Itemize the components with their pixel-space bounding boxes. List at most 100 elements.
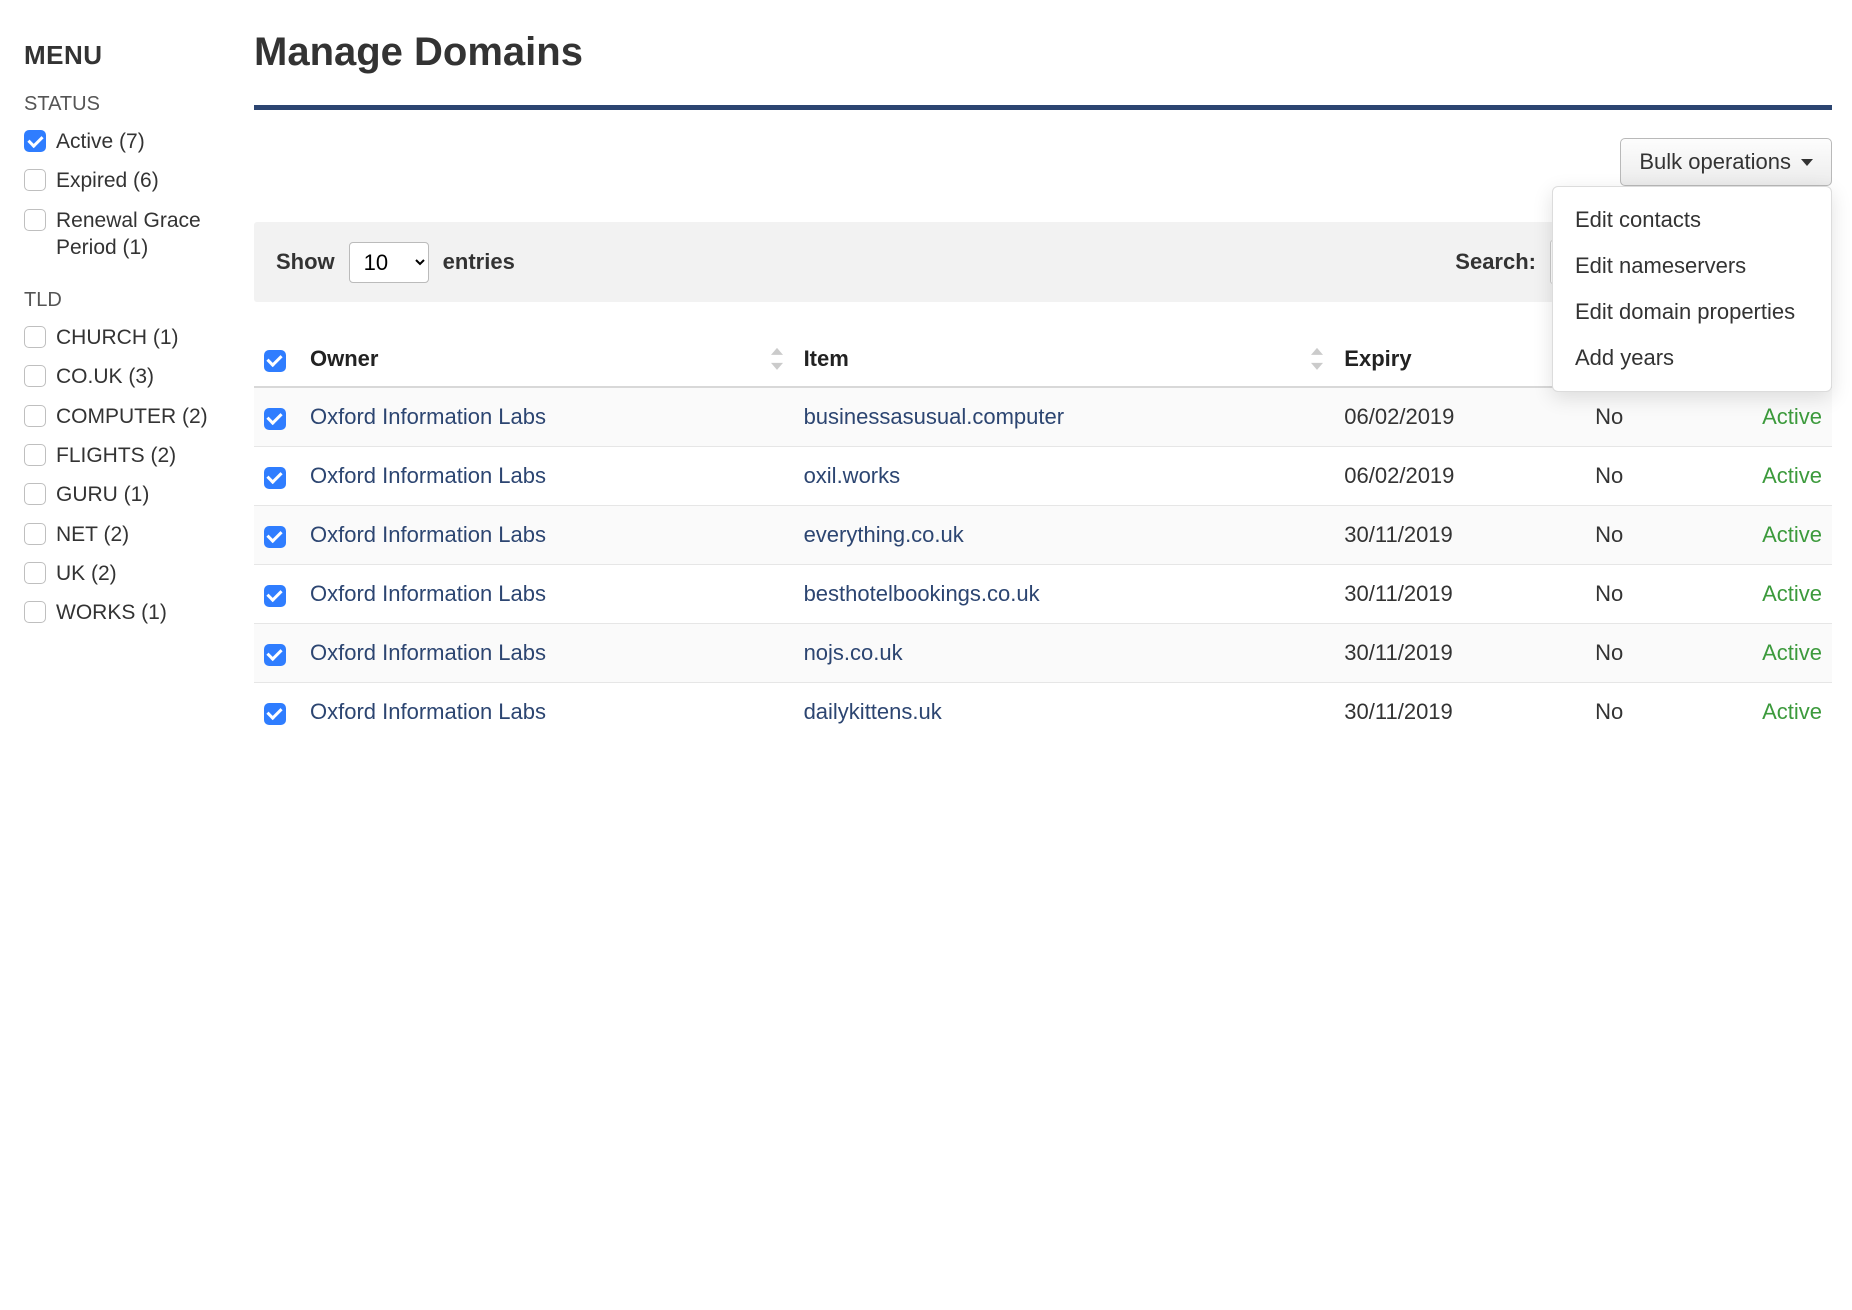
cell-status: Active [1678, 624, 1832, 683]
facet-list-status: Active (7) Expired (6) Renewal Grace Perio… [24, 122, 234, 267]
table-row: Oxford Information Labsbusinessasusual.c… [254, 387, 1832, 447]
cell-col4: No [1585, 387, 1678, 447]
row-checkbox[interactable] [264, 526, 286, 548]
facet-item-tld[interactable]: UK (2) [24, 554, 234, 593]
checkbox[interactable] [24, 326, 46, 348]
main-content: Manage Domains Bulk operations Edit cont… [234, 20, 1832, 741]
domains-table: Owner Item Expiry [254, 334, 1832, 741]
facet-label: CHURCH (1) [56, 324, 179, 351]
checkbox[interactable] [24, 130, 46, 152]
select-all-checkbox[interactable] [264, 350, 286, 372]
show-label: Show [276, 249, 335, 275]
cell-expiry: 30/11/2019 [1334, 565, 1585, 624]
checkbox[interactable] [24, 169, 46, 191]
cell-expiry: 06/02/2019 [1334, 387, 1585, 447]
entries-label: entries [443, 249, 515, 275]
caret-down-icon [1801, 159, 1813, 166]
cell-status: Active [1678, 506, 1832, 565]
checkbox[interactable] [24, 601, 46, 623]
cell-owner[interactable]: Oxford Information Labs [300, 565, 794, 624]
facet-item-status[interactable]: Expired (6) [24, 161, 234, 200]
facet-item-tld[interactable]: CHURCH (1) [24, 318, 234, 357]
bulk-menu-item[interactable]: Add years [1553, 335, 1831, 381]
cell-expiry: 30/11/2019 [1334, 506, 1585, 565]
bulk-menu-item[interactable]: Edit domain properties [1553, 289, 1831, 335]
cell-status: Active [1678, 387, 1832, 447]
facet-label: Renewal Grace Period (1) [56, 207, 234, 262]
facet-item-tld[interactable]: GURU (1) [24, 475, 234, 514]
row-checkbox[interactable] [264, 408, 286, 430]
facet-heading-tld: TLD [24, 289, 234, 312]
bulk-operations-button[interactable]: Bulk operations [1620, 138, 1832, 186]
facet-label: GURU (1) [56, 481, 149, 508]
facet-item-tld[interactable]: FLIGHTS (2) [24, 436, 234, 475]
facet-label: Active (7) [56, 128, 145, 155]
table-row: Oxford Information Labsdailykittens.uk30… [254, 683, 1832, 742]
search-label: Search: [1455, 249, 1536, 275]
checkbox[interactable] [24, 562, 46, 584]
row-checkbox[interactable] [264, 703, 286, 725]
checkbox[interactable] [24, 209, 46, 231]
facet-heading-status: STATUS [24, 93, 234, 116]
bulk-operations-label: Bulk operations [1639, 149, 1791, 175]
cell-col4: No [1585, 565, 1678, 624]
column-header-owner[interactable]: Owner [300, 334, 794, 387]
checkbox[interactable] [24, 483, 46, 505]
facet-label: COMPUTER (2) [56, 403, 208, 430]
facet-item-tld[interactable]: NET (2) [24, 515, 234, 554]
cell-col4: No [1585, 447, 1678, 506]
facet-label: NET (2) [56, 521, 129, 548]
cell-owner[interactable]: Oxford Information Labs [300, 447, 794, 506]
table-row: Oxford Information Labsoxil.works06/02/2… [254, 447, 1832, 506]
facet-item-tld[interactable]: WORKS (1) [24, 593, 234, 632]
sort-icon [768, 348, 786, 370]
facet-item-status[interactable]: Renewal Grace Period (1) [24, 201, 234, 268]
row-checkbox[interactable] [264, 585, 286, 607]
cell-owner[interactable]: Oxford Information Labs [300, 624, 794, 683]
row-checkbox[interactable] [264, 467, 286, 489]
cell-col4: No [1585, 624, 1678, 683]
checkbox[interactable] [24, 523, 46, 545]
cell-owner[interactable]: Oxford Information Labs [300, 387, 794, 447]
cell-expiry: 06/02/2019 [1334, 447, 1585, 506]
cell-expiry: 30/11/2019 [1334, 624, 1585, 683]
cell-status: Active [1678, 447, 1832, 506]
bulk-operations-menu: Edit contactsEdit nameserversEdit domain… [1552, 186, 1832, 392]
cell-item[interactable]: dailykittens.uk [794, 683, 1335, 742]
facet-item-tld[interactable]: CO.UK (3) [24, 357, 234, 396]
sidebar: MENU STATUS Active (7) Expired (6) Renewal… [24, 20, 234, 741]
sort-icon [1308, 348, 1326, 370]
page-title: Manage Domains [254, 30, 1832, 75]
cell-col4: No [1585, 506, 1678, 565]
toolbar: Bulk operations Edit contactsEdit namese… [254, 138, 1832, 186]
column-header-select[interactable] [254, 334, 300, 387]
column-header-expiry[interactable]: Expiry [1334, 334, 1585, 387]
checkbox[interactable] [24, 405, 46, 427]
bulk-menu-item[interactable]: Edit nameservers [1553, 243, 1831, 289]
facet-label: Expired (6) [56, 167, 159, 194]
checkbox[interactable] [24, 444, 46, 466]
facet-label: CO.UK (3) [56, 363, 154, 390]
facet-item-status[interactable]: Active (7) [24, 122, 234, 161]
facet-list-tld: CHURCH (1) CO.UK (3) COMPUTER (2) FLIGHTS (… [24, 318, 234, 632]
bulk-menu-item[interactable]: Edit contacts [1553, 197, 1831, 243]
cell-expiry: 30/11/2019 [1334, 683, 1585, 742]
facet-item-tld[interactable]: COMPUTER (2) [24, 397, 234, 436]
column-header-item[interactable]: Item [794, 334, 1335, 387]
cell-col4: No [1585, 683, 1678, 742]
cell-item[interactable]: everything.co.uk [794, 506, 1335, 565]
title-rule [254, 105, 1832, 110]
cell-owner[interactable]: Oxford Information Labs [300, 506, 794, 565]
cell-owner[interactable]: Oxford Information Labs [300, 683, 794, 742]
cell-item[interactable]: oxil.works [794, 447, 1335, 506]
cell-item[interactable]: besthotelbookings.co.uk [794, 565, 1335, 624]
sidebar-title: MENU [24, 40, 234, 71]
cell-item[interactable]: businessasusual.computer [794, 387, 1335, 447]
cell-item[interactable]: nojs.co.uk [794, 624, 1335, 683]
checkbox[interactable] [24, 365, 46, 387]
table-row: Oxford Information Labseverything.co.uk3… [254, 506, 1832, 565]
page-size-select[interactable]: 10 [349, 242, 429, 283]
cell-status: Active [1678, 565, 1832, 624]
row-checkbox[interactable] [264, 644, 286, 666]
table-row: Oxford Information Labsbesthotelbookings… [254, 565, 1832, 624]
